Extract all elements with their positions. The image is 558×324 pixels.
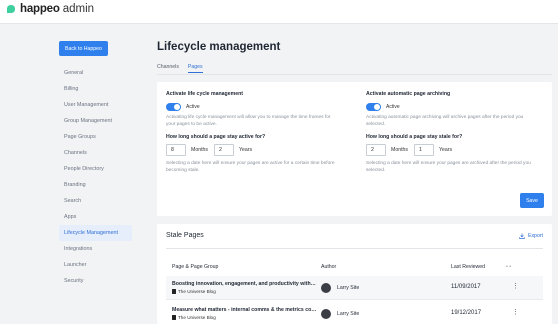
back-to-happeo-button[interactable]: Back to Happeo (59, 41, 108, 56)
active-duration-help: Selecting a date here will ensure your p… (166, 161, 335, 173)
archiving-settings: Activate automatic page archiving Active… (366, 91, 536, 174)
author-cell: Larry Site (321, 309, 359, 319)
author-name: Larry Site (337, 311, 360, 317)
sidebar-item-people-directory[interactable]: People Directory (59, 161, 132, 177)
table-row[interactable]: Boosting innovation, engagement, and pro… (166, 276, 543, 300)
table-header: Page & Page Group Author Last Reviewed •… (166, 257, 543, 277)
stale-pages-card: Stale Pages Export Page & Page Group Aut… (157, 224, 552, 324)
archiving-label: Activate automatic page archiving (366, 91, 451, 97)
happeo-logo-icon (7, 5, 15, 13)
sidebar-item-launcher[interactable]: Launcher (59, 257, 132, 273)
sidebar-item-lifecycle-management[interactable]: Lifecycle Management (59, 225, 132, 241)
toggle-knob (174, 104, 180, 110)
lifecycle-toggle-text: Active (186, 104, 200, 110)
author-name: Larry Site (337, 285, 360, 291)
settings-card: Activate life cycle management Active Ac… (157, 82, 552, 216)
tab-channels[interactable]: Channels (157, 64, 179, 73)
export-button[interactable]: Export (519, 233, 543, 239)
stale-divider (166, 248, 543, 249)
author-cell: Larry Site (321, 283, 359, 293)
stale-pages-title: Stale Pages (166, 232, 204, 239)
column-header-page[interactable]: Page & Page Group (172, 264, 218, 270)
stale-months-unit: Months (391, 147, 409, 153)
sidebar-item-page-groups[interactable]: Page Groups (59, 129, 132, 145)
app-logo[interactable]: happeo admin (6, 3, 94, 15)
stale-duration-help: Selecting a date here will ensure your p… (366, 161, 531, 173)
active-months-input[interactable]: 8 (166, 144, 186, 156)
sidebar-item-billing[interactable]: Billing (59, 81, 132, 97)
page-group-cell: The Universe Blog (172, 289, 216, 294)
product-name: admin (62, 3, 95, 15)
brand-name: happeo (20, 3, 60, 15)
tab-pages[interactable]: Pages (187, 64, 203, 73)
column-header-author[interactable]: Author (321, 264, 336, 270)
toggle-knob (374, 104, 380, 110)
download-icon (519, 233, 525, 239)
more-options-icon[interactable]: ⋮ (512, 283, 519, 290)
page-group-label: The Universe Blog (178, 315, 216, 320)
page-group-icon (172, 315, 176, 320)
archiving-toggle[interactable] (366, 103, 381, 111)
sidebar-item-security[interactable]: Security (59, 273, 132, 289)
tabs-divider (157, 74, 552, 75)
sidebar-item-branding[interactable]: Branding (59, 177, 132, 193)
sidebar-item-apps[interactable]: Apps (59, 209, 132, 225)
tab-bar: Channels Pages (157, 64, 212, 73)
page-group-icon (172, 289, 176, 294)
sidebar-item-user-management[interactable]: User Management (59, 97, 132, 113)
page-group-label: The Universe Blog (178, 289, 216, 294)
column-header-last-reviewed[interactable]: Last Reviewed (451, 264, 485, 270)
page-title: Lifecycle management (157, 41, 281, 53)
table-row[interactable]: Measure what matters - internal comms & … (166, 302, 543, 324)
avatar (321, 309, 331, 319)
active-years-input[interactable]: 2 (214, 144, 235, 156)
lifecycle-toggle[interactable] (166, 103, 181, 111)
stale-duration-label: How long should a page stay stale for? (366, 134, 463, 140)
stale-months-input[interactable]: 2 (366, 144, 386, 156)
lifecycle-settings: Activate life cycle management Active Ac… (166, 91, 336, 174)
sidebar-item-channels[interactable]: Channels (59, 145, 132, 161)
sidebar-item-group-management[interactable]: Group Management (59, 113, 132, 129)
stale-years-input[interactable]: 1 (414, 144, 435, 156)
lifecycle-help: Activating life cycle management will al… (166, 115, 331, 127)
export-label: Export (528, 233, 543, 239)
active-duration-label: How long should a page stay active for? (166, 134, 266, 140)
stale-years-unit: Years (439, 147, 453, 153)
avatar (321, 283, 331, 293)
sidebar: General Billing User Management Group Ma… (59, 65, 132, 289)
page-group-cell: The Universe Blog (172, 315, 216, 320)
archiving-help: Activating automatic page archiving will… (366, 115, 524, 127)
active-months-unit: Months (191, 147, 209, 153)
last-reviewed-cell: 11/09/2017 (451, 284, 481, 290)
page-title-cell[interactable]: Measure what matters - internal comms & … (172, 307, 317, 313)
last-reviewed-cell: 19/12/2017 (451, 310, 482, 316)
sidebar-item-integrations[interactable]: Integrations (59, 241, 132, 257)
more-options-icon[interactable]: ⋮ (512, 309, 519, 316)
page-title-cell[interactable]: Boosting innovation, engagement, and pro… (172, 281, 317, 287)
save-button[interactable]: Save (520, 193, 544, 208)
sidebar-item-search[interactable]: Search (59, 193, 132, 209)
top-bar: happeo admin (0, 0, 558, 24)
lifecycle-label: Activate life cycle management (166, 91, 243, 97)
archiving-toggle-text: Active (386, 104, 400, 110)
column-header-actions: • • (506, 264, 512, 270)
active-years-unit: Years (239, 147, 253, 153)
sidebar-item-general[interactable]: General (59, 65, 132, 81)
